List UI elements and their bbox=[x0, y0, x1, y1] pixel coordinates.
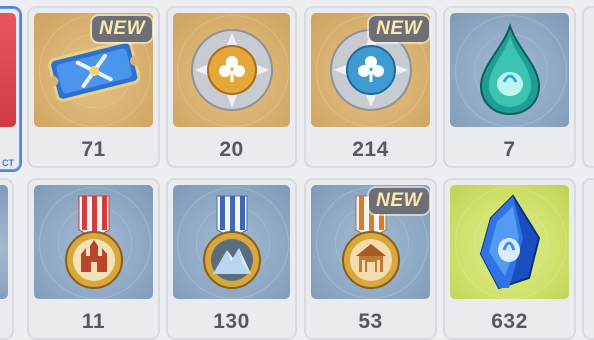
item-tile-background bbox=[0, 13, 16, 127]
inventory-slot-3[interactable]: NEW 214 bbox=[304, 6, 437, 168]
blue-ribbon-mountain-medal-icon bbox=[202, 195, 261, 289]
item-tile-background bbox=[173, 13, 290, 127]
item-count: 7 bbox=[503, 138, 516, 161]
teal-crystal-drop-icon bbox=[479, 22, 540, 116]
inventory-slot-edge[interactable] bbox=[582, 178, 594, 340]
item-tile-background bbox=[0, 185, 8, 299]
item-count: 130 bbox=[213, 310, 250, 333]
inventory-grid: CT NEW 71 20 NEW 214 7 11 130 NEW 53 632 bbox=[0, 0, 594, 340]
inventory-slot-4[interactable]: 7 bbox=[443, 6, 576, 168]
item-tile-background bbox=[34, 185, 153, 299]
new-badge: NEW bbox=[369, 188, 429, 214]
item-count: 53 bbox=[358, 310, 383, 333]
item-count: 71 bbox=[81, 138, 106, 161]
inventory-slot-6[interactable]: 130 bbox=[166, 178, 297, 340]
inventory-slot-edge-left[interactable] bbox=[0, 178, 14, 340]
inventory-slot-edge[interactable] bbox=[582, 6, 594, 168]
gold-clover-coin-icon bbox=[190, 29, 273, 111]
item-count: 632 bbox=[491, 310, 528, 333]
crossed-swords-ticket-icon bbox=[47, 40, 140, 102]
blue-crystal-shard-icon bbox=[479, 194, 540, 290]
inventory-slot-7[interactable]: NEW 53 bbox=[304, 178, 437, 340]
inventory-slot-8[interactable]: 632 bbox=[443, 178, 576, 340]
inventory-slot-5[interactable]: 11 bbox=[27, 178, 160, 340]
item-count: 11 bbox=[81, 310, 106, 333]
item-tile-background bbox=[450, 13, 569, 127]
item-count: 20 bbox=[219, 138, 244, 161]
item-tile-background bbox=[173, 185, 290, 299]
inventory-slot-2[interactable]: 20 bbox=[166, 6, 297, 168]
item-tile-background bbox=[450, 185, 569, 299]
inventory-slot-1[interactable]: NEW 71 bbox=[27, 6, 160, 168]
new-badge: NEW bbox=[92, 16, 152, 42]
item-count: 214 bbox=[352, 138, 389, 161]
red-ribbon-castle-medal-icon bbox=[64, 195, 123, 289]
selected-label: CT bbox=[2, 158, 14, 168]
new-badge: NEW bbox=[369, 16, 429, 42]
inventory-slot-selected[interactable]: CT bbox=[0, 6, 22, 172]
